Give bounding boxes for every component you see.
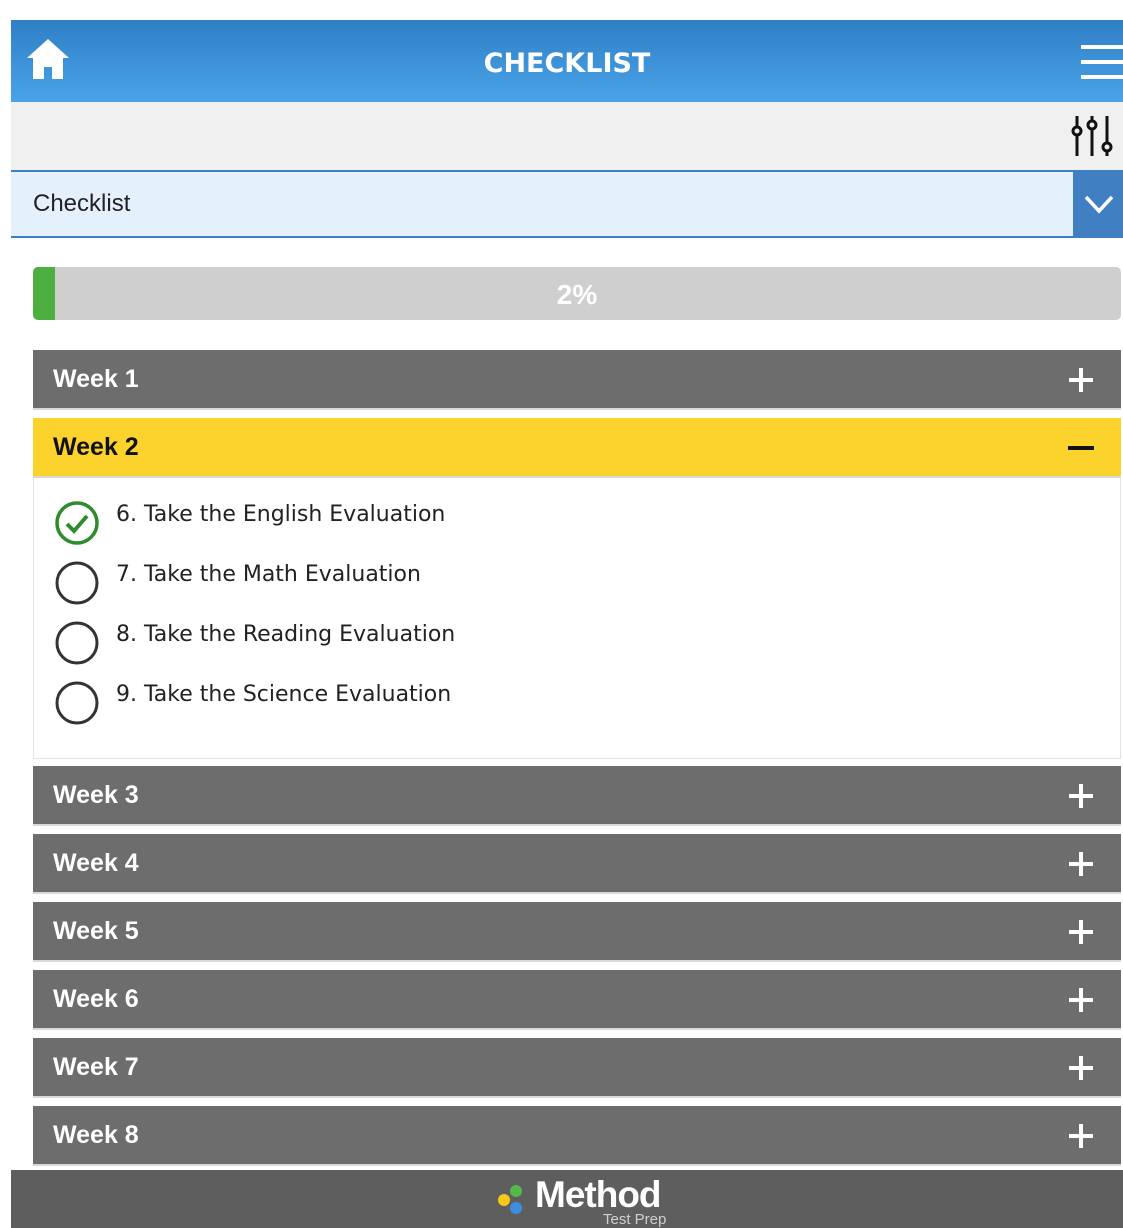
plus-icon bbox=[1069, 368, 1093, 392]
task-label: 7. Take the Math Evaluation bbox=[116, 562, 421, 587]
task-label: 6. Take the English Evaluation bbox=[116, 502, 446, 527]
week-4-header[interactable]: Week 4 bbox=[33, 834, 1121, 894]
hexagon-logo-icon bbox=[498, 1185, 522, 1214]
week-label: Week 6 bbox=[53, 985, 139, 1013]
week-6-header[interactable]: Week 6 bbox=[33, 970, 1121, 1030]
top-bar: CHECKLIST bbox=[11, 20, 1123, 102]
chevron-down-icon bbox=[1084, 195, 1114, 214]
week-8-header[interactable]: Week 8 bbox=[33, 1106, 1121, 1166]
plus-icon bbox=[1069, 852, 1093, 876]
progress-percent: 2% bbox=[556, 279, 598, 310]
plus-icon bbox=[1069, 1124, 1093, 1148]
task-item[interactable]: 8. Take the Reading Evaluation bbox=[34, 618, 934, 674]
task-item[interactable]: 7. Take the Math Evaluation bbox=[34, 558, 934, 614]
checklist-app: CHECKLIST Checklist 2% Week 1 Week 2 6. … bbox=[11, 20, 1123, 1228]
task-label: 9. Take the Science Evaluation bbox=[116, 682, 452, 707]
logo-name: Method bbox=[535, 1174, 662, 1215]
checklist-select-value: Checklist bbox=[33, 190, 131, 217]
week-label: Week 3 bbox=[53, 781, 139, 809]
week-1-header[interactable]: Week 1 bbox=[33, 350, 1121, 410]
task-item[interactable]: 9. Take the Science Evaluation bbox=[34, 678, 934, 734]
plus-icon bbox=[1069, 988, 1093, 1012]
empty-circle-icon[interactable] bbox=[54, 620, 100, 666]
hamburger-menu-icon[interactable] bbox=[1081, 45, 1123, 79]
week-label: Week 4 bbox=[53, 849, 139, 877]
progress-bar: 2% bbox=[33, 267, 1121, 320]
checklist-select-button[interactable] bbox=[1073, 172, 1123, 238]
plus-icon bbox=[1069, 1056, 1093, 1080]
minus-icon bbox=[1068, 446, 1094, 450]
week-label: Week 5 bbox=[53, 917, 139, 945]
plus-icon bbox=[1069, 784, 1093, 808]
method-logo: Method Test Prep bbox=[495, 1174, 715, 1228]
week-2-tasks: 6. Take the English Evaluation 7. Take t… bbox=[33, 478, 1121, 759]
week-2-header[interactable]: Week 2 bbox=[33, 418, 1121, 478]
page-title: CHECKLIST bbox=[483, 48, 651, 79]
checklist-select[interactable]: Checklist bbox=[11, 172, 1073, 238]
week-label: Week 8 bbox=[53, 1121, 139, 1149]
empty-circle-icon[interactable] bbox=[54, 560, 100, 606]
week-label: Week 1 bbox=[53, 365, 139, 393]
week-7-header[interactable]: Week 7 bbox=[33, 1038, 1121, 1098]
week-label: Week 7 bbox=[53, 1053, 139, 1081]
sliders-icon[interactable] bbox=[1069, 112, 1115, 160]
week-label: Week 2 bbox=[53, 433, 139, 461]
plus-icon bbox=[1069, 920, 1093, 944]
week-3-header[interactable]: Week 3 bbox=[33, 766, 1121, 826]
week-5-header[interactable]: Week 5 bbox=[33, 902, 1121, 962]
task-item[interactable]: 6. Take the English Evaluation bbox=[34, 498, 934, 554]
check-circle-icon[interactable] bbox=[54, 500, 100, 546]
task-label: 8. Take the Reading Evaluation bbox=[116, 622, 456, 647]
logo-subtitle: Test Prep bbox=[603, 1211, 667, 1228]
filter-toolbar bbox=[11, 102, 1123, 172]
footer: Method Test Prep bbox=[11, 1170, 1123, 1228]
empty-circle-icon[interactable] bbox=[54, 680, 100, 726]
